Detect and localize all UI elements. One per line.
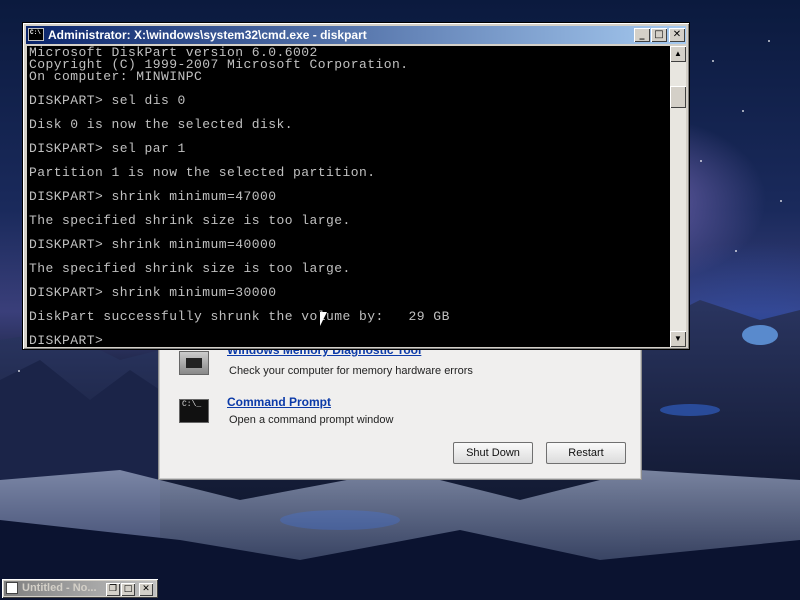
command-prompt-description: Open a command prompt window — [229, 414, 394, 426]
shut-down-button[interactable]: Shut Down — [453, 442, 533, 464]
console-text: Microsoft DiskPart version 6.0.6002 Copy… — [29, 46, 450, 347]
minimize-button[interactable]: _ — [634, 28, 650, 42]
maximize-button[interactable]: □ — [651, 28, 667, 42]
cmd-title-bar[interactable]: C:\ Administrator: X:\windows\system32\c… — [26, 26, 686, 44]
command-prompt-link[interactable]: Command Prompt — [227, 395, 331, 409]
scroll-up-icon[interactable]: ▲ — [670, 46, 686, 62]
cmd-window-title: Administrator: X:\windows\system32\cmd.e… — [48, 28, 367, 42]
minimized-title-bar[interactable]: Untitled - No... ❐ □ ✕ — [4, 581, 156, 596]
minimized-window-title: Untitled - No... — [22, 582, 97, 594]
scroll-thumb[interactable] — [670, 86, 686, 108]
close-icon[interactable]: ✕ — [139, 583, 153, 596]
console-output[interactable]: Microsoft DiskPart version 6.0.6002 Copy… — [27, 46, 670, 347]
maximize-icon[interactable]: □ — [121, 583, 135, 596]
minimized-notepad-window[interactable]: Untitled - No... ❐ □ ✕ — [2, 579, 158, 598]
cmd-window[interactable]: C:\ Administrator: X:\windows\system32\c… — [22, 22, 690, 350]
memory-diagnostic-description: Check your computer for memory hardware … — [229, 365, 473, 377]
mouse-cursor-icon — [320, 312, 327, 326]
restore-icon[interactable]: ❐ — [106, 583, 120, 596]
restart-button[interactable]: Restart — [546, 442, 626, 464]
scroll-down-icon[interactable]: ▼ — [670, 331, 686, 347]
vertical-scrollbar[interactable]: ▲ ▼ — [670, 46, 686, 347]
close-button[interactable]: ✕ — [669, 28, 685, 42]
memory-chip-icon — [179, 351, 209, 375]
notepad-icon — [6, 582, 18, 594]
command-prompt-icon: C:\_ — [179, 399, 209, 423]
cmd-window-icon[interactable]: C:\ — [28, 28, 44, 41]
